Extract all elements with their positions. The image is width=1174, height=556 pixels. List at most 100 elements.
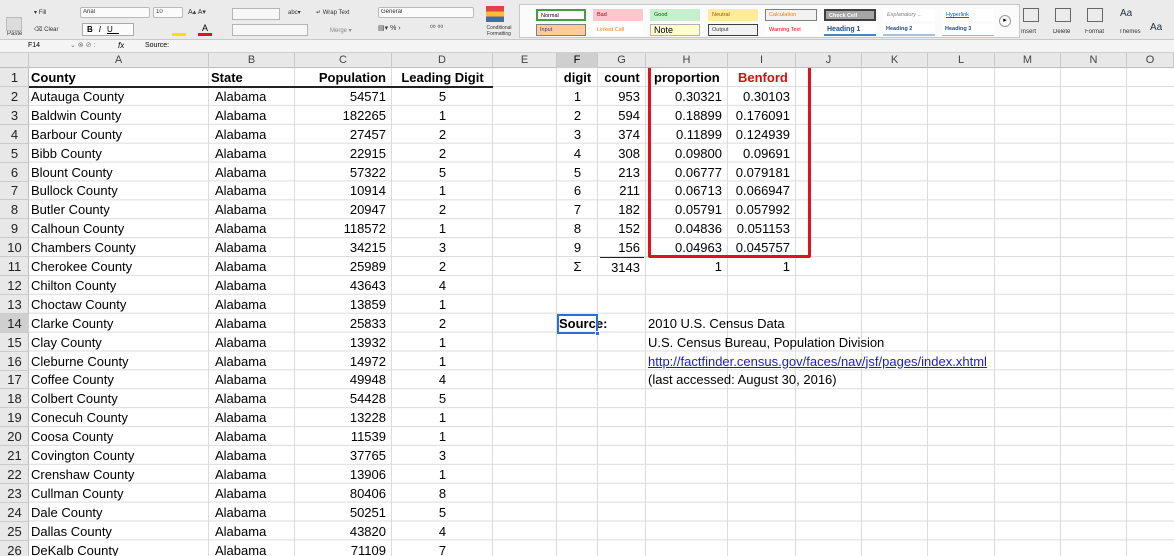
column-header-e[interactable]: E: [493, 53, 557, 68]
format-button[interactable]: Format: [1085, 29, 1104, 35]
row-header-17[interactable]: 17: [0, 370, 29, 390]
county-name: Butler County: [31, 202, 110, 218]
style-warning-text[interactable]: Warning Text: [765, 24, 817, 36]
font-name-select[interactable]: Arial: [83, 9, 95, 15]
style-input[interactable]: Input: [536, 24, 586, 36]
style-hyperlink[interactable]: Hyperlink: [942, 9, 994, 21]
row-header-1[interactable]: 1: [0, 68, 29, 87]
name-box[interactable]: F14: [28, 40, 40, 52]
row-header-12[interactable]: 12: [0, 276, 29, 295]
themes-button[interactable]: Themes: [1119, 29, 1141, 35]
style-calculation[interactable]: Calculation: [765, 9, 817, 21]
column-header-f[interactable]: F: [557, 53, 598, 68]
row-header-20[interactable]: 20: [0, 427, 29, 447]
row-header-14[interactable]: 14: [0, 313, 29, 333]
row-header-10[interactable]: 10: [0, 238, 29, 258]
align-buttons[interactable]: [232, 24, 308, 36]
row-header-9[interactable]: 9: [0, 219, 29, 239]
format-icon[interactable]: [1087, 8, 1103, 22]
column-header-h[interactable]: H: [646, 53, 728, 68]
column-header-b[interactable]: B: [209, 53, 295, 68]
row-header-7[interactable]: 7: [0, 181, 29, 201]
align-top-icon[interactable]: [232, 8, 280, 20]
state-name: Alabama: [215, 485, 267, 501]
formula-cancel-icon[interactable]: ⌄ ⊗ ⊘ :: [70, 40, 95, 52]
row-header-3[interactable]: 3: [0, 106, 29, 125]
formula-input[interactable]: Source:: [145, 40, 169, 52]
insert-icon[interactable]: [1023, 8, 1039, 22]
selection-fill-handle[interactable]: [595, 330, 600, 336]
bold-italic-underline-buttons[interactable]: BIU: [82, 23, 134, 36]
row-header-24[interactable]: 24: [0, 503, 29, 522]
fill-button[interactable]: ▾ Fill: [34, 9, 46, 16]
row-header-6[interactable]: 6: [0, 163, 29, 182]
row-header-22[interactable]: 22: [0, 465, 29, 484]
percent-format-button[interactable]: ▤▾ % ›: [378, 24, 401, 32]
themes-icon[interactable]: Aa: [1120, 8, 1132, 19]
style-bad[interactable]: Bad: [593, 9, 643, 21]
paste-icon[interactable]: [6, 17, 22, 31]
column-header-d[interactable]: D: [392, 53, 493, 68]
state-name: Alabama: [215, 372, 267, 388]
row-header-11[interactable]: 11: [0, 257, 29, 276]
number-format-select[interactable]: General: [381, 9, 402, 15]
row-header-21[interactable]: 21: [0, 446, 29, 465]
row-header-23[interactable]: 23: [0, 484, 29, 503]
header-leading-digit: Leading Digit: [401, 70, 484, 85]
source-link[interactable]: http://factfinder.census.gov/faces/nav/j…: [648, 352, 987, 371]
insert-button[interactable]: Insert: [1021, 29, 1036, 35]
style-heading-3[interactable]: Heading 3: [942, 24, 994, 36]
leading-digit-value: 2: [438, 259, 447, 274]
conditional-formatting-icon[interactable]: [486, 6, 504, 22]
style-neutral[interactable]: Neutral: [708, 9, 758, 21]
row-header-4[interactable]: 4: [0, 125, 29, 144]
column-header-a[interactable]: A: [29, 53, 209, 68]
row-header-25[interactable]: 25: [0, 522, 29, 541]
text-orientation-icon[interactable]: abc▾: [288, 9, 301, 16]
font-size-select[interactable]: 10: [156, 9, 163, 15]
delete-icon[interactable]: [1055, 8, 1071, 22]
column-header-l[interactable]: L: [928, 53, 995, 68]
style-check-cell[interactable]: Check Cell: [824, 9, 876, 21]
wrap-text-button[interactable]: ↵ Wrap Text: [316, 9, 350, 16]
style-explanatory[interactable]: Explanatory ...: [883, 9, 935, 21]
column-header-n[interactable]: N: [1061, 53, 1127, 68]
count-value: 953: [618, 88, 640, 104]
style-output[interactable]: Output: [708, 24, 758, 36]
row-header-19[interactable]: 19: [0, 408, 29, 428]
gridline: [927, 68, 928, 556]
row-header-18[interactable]: 18: [0, 389, 29, 409]
column-header-m[interactable]: M: [995, 53, 1061, 68]
style-heading-2[interactable]: Heading 2: [883, 24, 935, 36]
styles-more-icon[interactable]: ▸: [999, 15, 1011, 27]
style-good[interactable]: Good: [650, 9, 700, 21]
row-header-5[interactable]: 5: [0, 144, 29, 163]
row-header-8[interactable]: 8: [0, 200, 29, 220]
fonts-icon[interactable]: Aa: [1150, 22, 1162, 33]
row-header-15[interactable]: 15: [0, 333, 29, 352]
row-header-13[interactable]: 13: [0, 295, 29, 314]
row-header-2[interactable]: 2: [0, 87, 29, 106]
style-normal[interactable]: Normal: [536, 9, 586, 21]
clear-button[interactable]: ⌫ Clear: [34, 26, 59, 33]
cell-grid[interactable]: County State Population Leading Digit Autaug…: [29, 68, 1174, 556]
font-color-icon[interactable]: A: [198, 23, 212, 36]
column-header-k[interactable]: K: [862, 53, 928, 68]
column-header-g[interactable]: G: [598, 53, 646, 68]
decimal-buttons[interactable]: ⁰⁰ ⁰⁰: [430, 24, 443, 32]
fill-color-icon[interactable]: [172, 23, 186, 36]
delete-button[interactable]: Delete: [1053, 29, 1070, 35]
column-header-c[interactable]: C: [295, 53, 392, 68]
row-header-26[interactable]: 26: [0, 541, 29, 556]
column-header-j[interactable]: J: [796, 53, 862, 68]
style-note[interactable]: Note: [650, 24, 700, 36]
selected-cell-border[interactable]: [557, 313, 598, 334]
column-header-i[interactable]: I: [728, 53, 796, 68]
column-header-o[interactable]: O: [1127, 53, 1174, 68]
grow-font-button[interactable]: A▴ A▾: [188, 8, 206, 16]
style-heading-1[interactable]: Heading 1: [824, 24, 876, 36]
style-linked-cell[interactable]: Linked Cell: [593, 24, 643, 36]
select-all-corner[interactable]: [0, 53, 29, 68]
row-header-16[interactable]: 16: [0, 352, 29, 371]
merge-button[interactable]: Merge ▾: [330, 27, 352, 34]
